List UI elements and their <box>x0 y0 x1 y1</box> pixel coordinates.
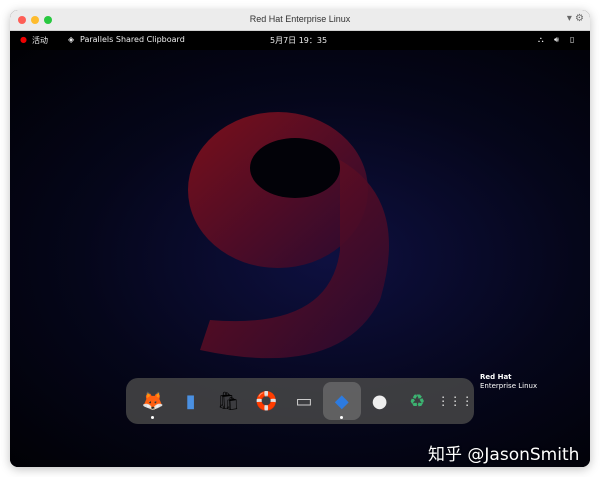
clipboard-icon: ◈ <box>68 35 75 44</box>
terminal-icon[interactable]: ▭ <box>285 382 323 420</box>
parallels-tools-icon[interactable]: ◆ <box>322 382 361 420</box>
show-apps-icon[interactable]: ⋮⋮⋮ <box>436 382 474 420</box>
trash-icon[interactable]: ♻ <box>398 382 436 420</box>
brand-line2: Enterprise Linux <box>480 382 538 390</box>
app-menu[interactable]: Parallels Shared Clipboard <box>80 35 185 44</box>
dock: 🦊 ▮ 🛍 🛟 ▭ ◆ ● ♻ ⋮⋮⋮ <box>126 378 474 424</box>
firefox-icon[interactable]: 🦊 <box>134 382 172 420</box>
window-title: Red Hat Enterprise Linux <box>249 14 351 24</box>
network-icon[interactable]: ⛬ <box>538 35 544 45</box>
watermark: 知乎 @JasonSmith <box>428 445 580 465</box>
window-titlebar: Red Hat Enterprise Linux ▾ ⚙ <box>10 10 590 31</box>
gear-icon[interactable]: ⚙ <box>575 13 584 24</box>
software-icon[interactable]: 🛍 <box>210 382 248 420</box>
activities-button[interactable]: 活动 <box>32 35 48 46</box>
brand-line1: Red Hat <box>480 373 512 381</box>
redhat-branding: Red Hat Enterprise Linux <box>480 373 537 391</box>
dropdown-icon[interactable]: ▾ <box>567 13 572 24</box>
gnome-top-bar: ● 活动 ◈ Parallels Shared Clipboard 5月7日 1… <box>10 31 590 50</box>
clock[interactable]: 5月7日 19：35 <box>270 35 327 46</box>
vm-window: Red Hat Enterprise Linux ▾ ⚙ ● 活动 ◈ Para… <box>10 10 590 467</box>
battery-icon[interactable]: ▯ <box>570 35 574 44</box>
files-icon[interactable]: ▮ <box>172 382 210 420</box>
redhat-icon: ● <box>20 35 27 44</box>
disc-icon[interactable]: ● <box>361 382 399 420</box>
volume-icon[interactable]: 🔊︎ <box>554 35 559 45</box>
help-icon[interactable]: 🛟 <box>247 382 285 420</box>
